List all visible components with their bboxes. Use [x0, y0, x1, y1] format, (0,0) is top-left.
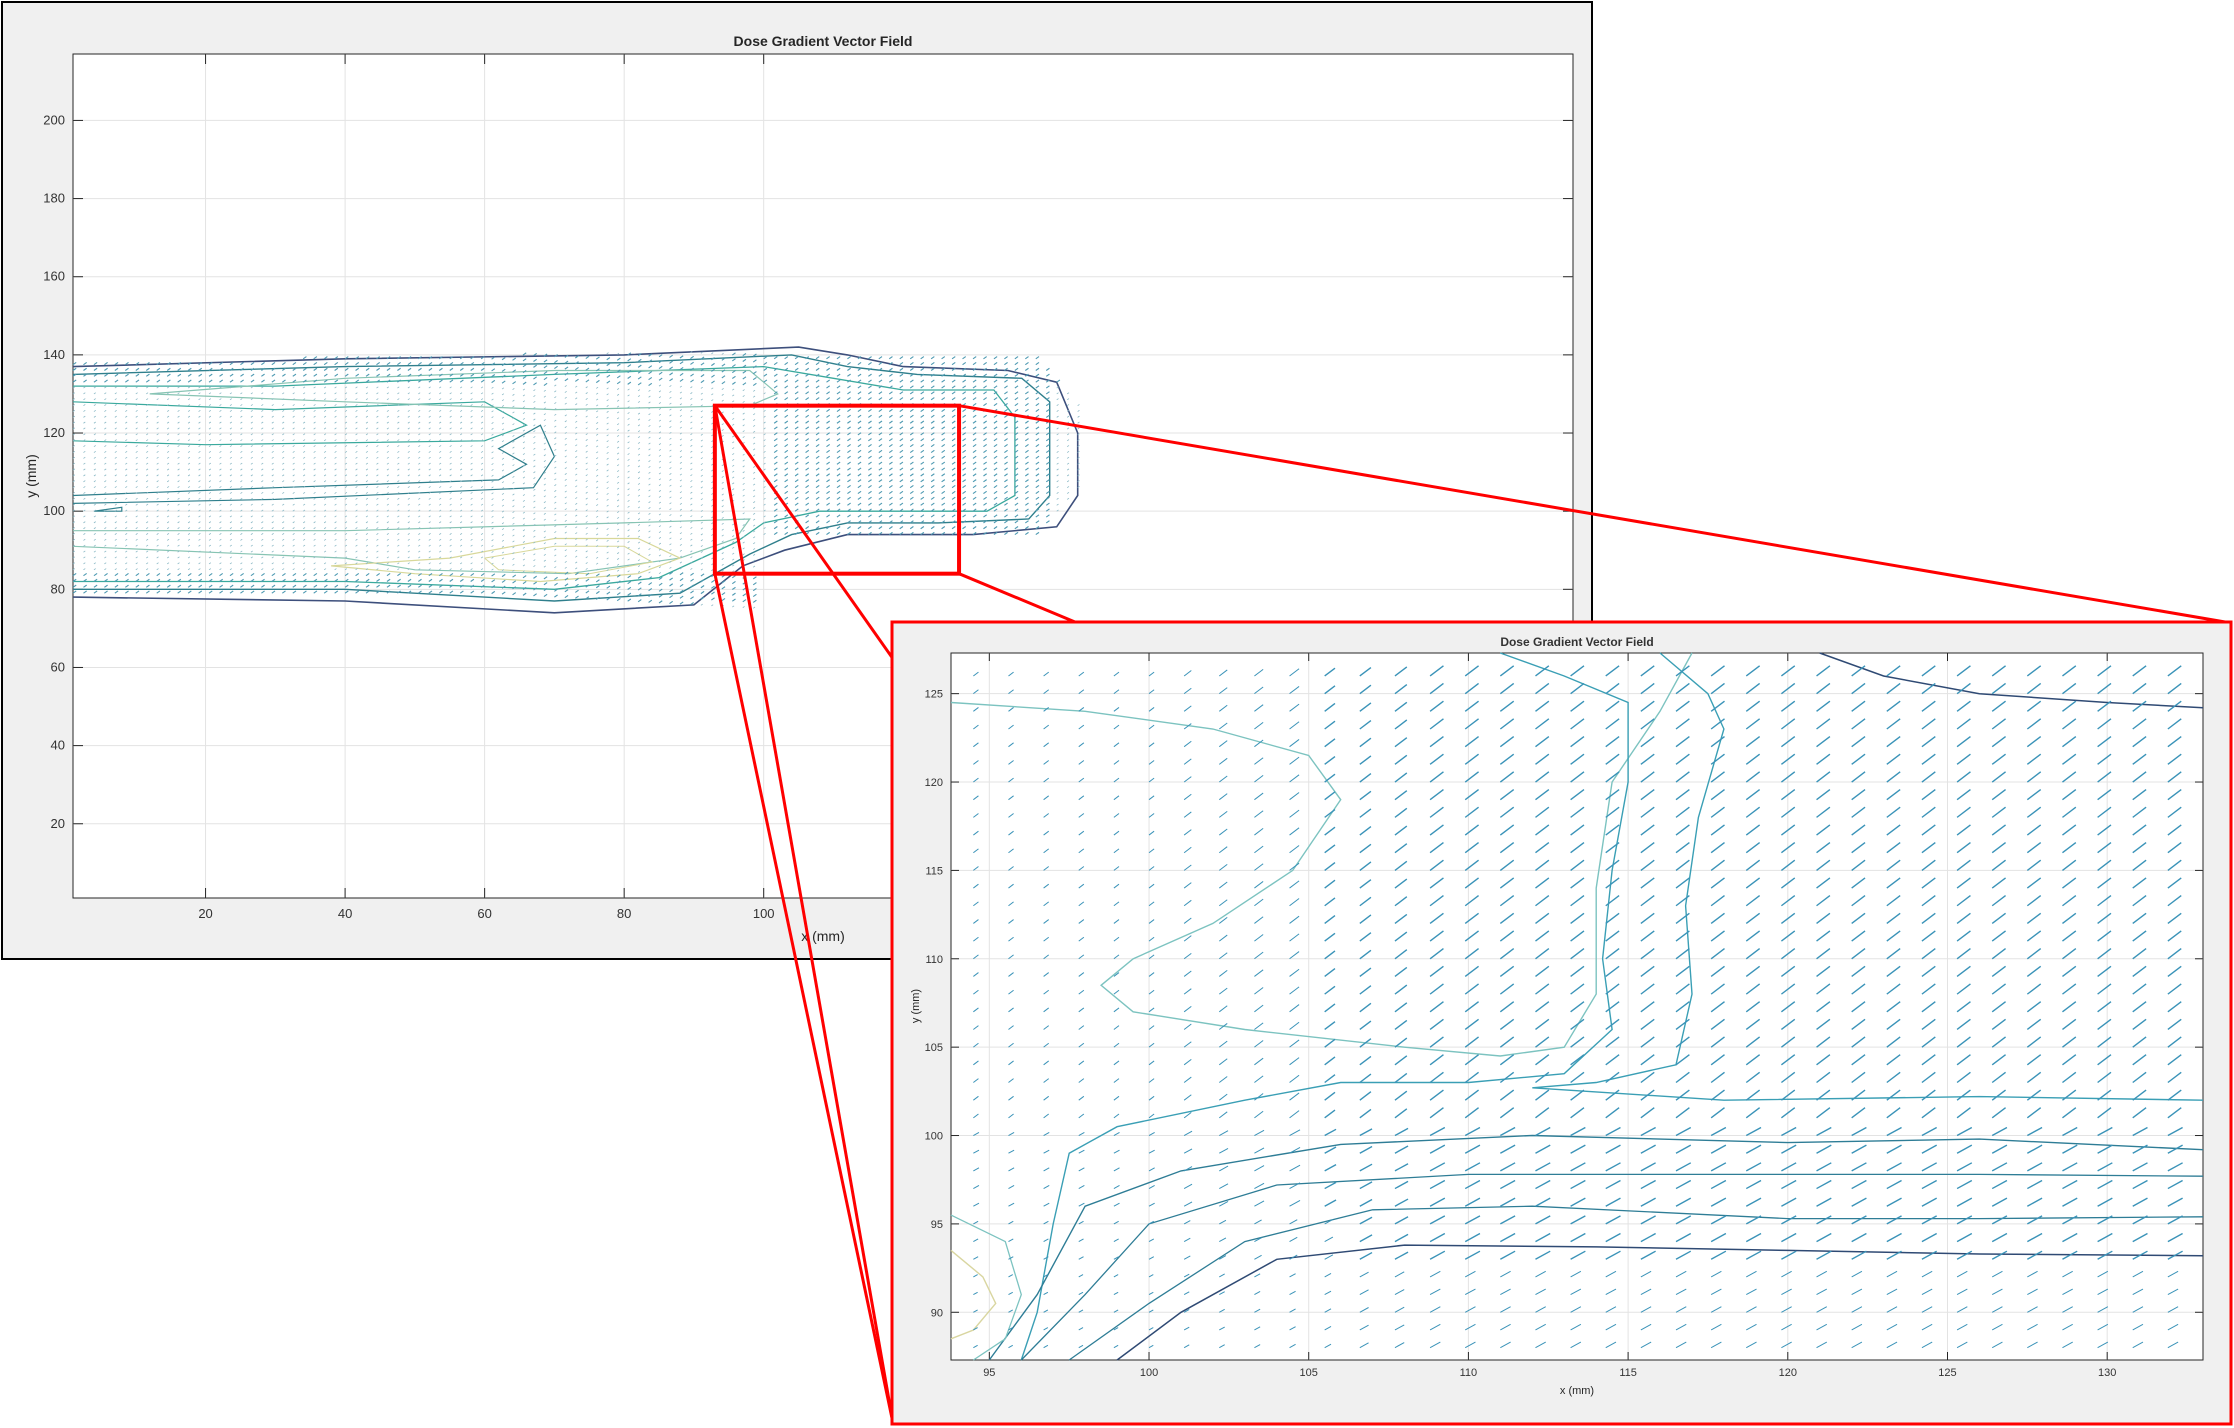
y-tick-label: 140	[43, 347, 65, 362]
y-tick-label: 100	[43, 503, 65, 518]
main-chart-title: Dose Gradient Vector Field	[734, 33, 913, 49]
y-tick-label: 20	[51, 816, 65, 831]
x-tick-label: 20	[198, 906, 212, 921]
figure-scene: 20 40 60 80 100 20 40 60 80 100 120 140 160 180 200 Do…	[1, 1, 2233, 1426]
x-tick-label: 80	[617, 906, 631, 921]
x-tick-label: 100	[753, 906, 775, 921]
zoom-figure: 95 100 105 110 115 120 125 13090951001051101151…	[890, 620, 2233, 1426]
y-tick-label: 80	[51, 581, 65, 596]
y-tick-label: 60	[51, 659, 65, 674]
x-tick-label: 40	[338, 906, 352, 921]
y-tick-label: 40	[51, 738, 65, 753]
x-tick-label: 60	[477, 906, 491, 921]
main-y-axis-label: y (mm)	[23, 454, 39, 498]
y-tick-label: 120	[43, 425, 65, 440]
y-tick-label: 180	[43, 191, 65, 206]
y-tick-label: 160	[43, 269, 65, 284]
y-tick-label: 200	[43, 112, 65, 127]
